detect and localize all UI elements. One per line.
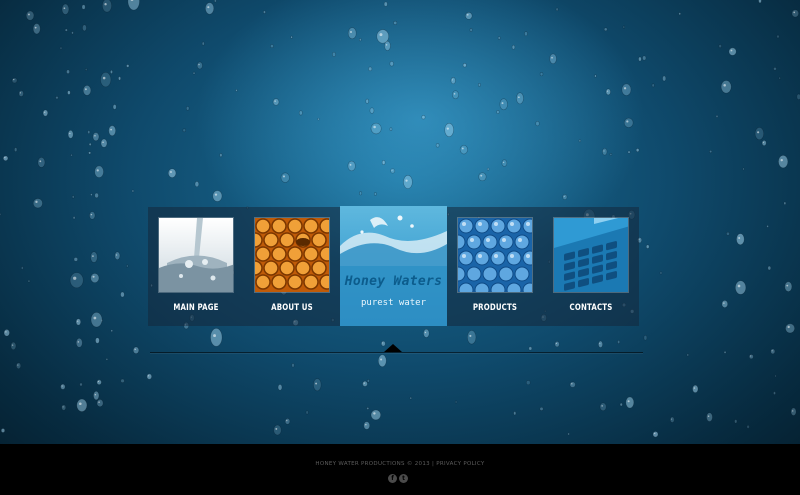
- telephone-keypad-thumb: [553, 217, 629, 293]
- nav-label-main-page: MAIN PAGE: [173, 303, 219, 313]
- water-bottles-thumb: [457, 217, 533, 293]
- water-splash-thumb: [158, 217, 234, 293]
- home-logo-subtitle: purest water: [360, 298, 427, 308]
- nav-item-contacts[interactable]: CONTACTS: [543, 207, 629, 326]
- footer-text: HONEY WATER PRODUCTIONS © 2013 | PRIVACY…: [0, 461, 800, 467]
- honeycomb-thumb: [254, 217, 330, 293]
- nav-label-about-us: ABOUT US: [271, 303, 313, 313]
- nav-item-main-page[interactable]: MAIN PAGE: [148, 207, 234, 326]
- nav-item-home-logo[interactable]: Honey Waters purest water: [340, 206, 447, 326]
- water-wave-icon: [340, 215, 447, 326]
- twitter-icon[interactable]: t: [399, 474, 408, 483]
- hero-background: MAIN PAGE ABOUT US Honey Waters purest w…: [0, 0, 800, 444]
- nav-label-products: PRODUCTS: [472, 303, 518, 313]
- nav-divider: [150, 352, 643, 353]
- nav-label-contacts: CONTACTS: [569, 303, 613, 313]
- active-indicator-arrow: [384, 344, 402, 352]
- facebook-icon[interactable]: f: [388, 474, 397, 483]
- footer: HONEY WATER PRODUCTIONS © 2013 | PRIVACY…: [0, 444, 800, 495]
- nav-item-products[interactable]: PRODUCTS: [447, 207, 533, 326]
- nav-item-about-us[interactable]: ABOUT US: [244, 207, 330, 326]
- privacy-policy-link[interactable]: PRIVACY POLICY: [436, 461, 484, 467]
- footer-copyright: HONEY WATER PRODUCTIONS © 2013: [315, 461, 430, 467]
- footer-separator: |: [432, 461, 435, 467]
- social-links: f t: [388, 474, 412, 484]
- home-logo-title: Honey Waters: [344, 274, 443, 289]
